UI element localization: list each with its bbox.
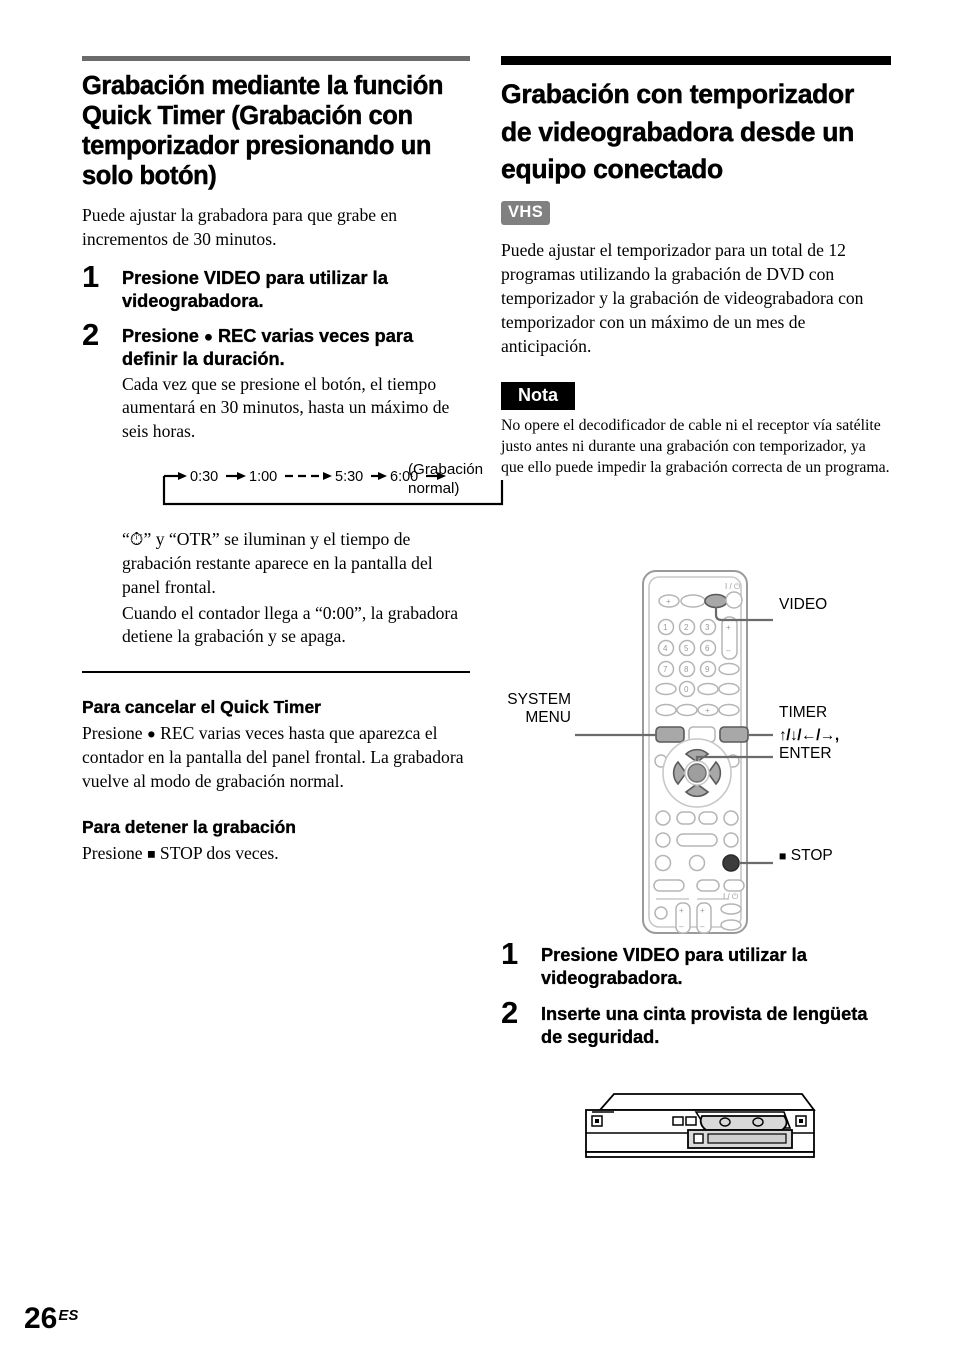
- right-step-2-headline: Inserte una cinta provista de lengüeta d…: [541, 1004, 868, 1047]
- callout-timer: TIMER: [779, 704, 828, 721]
- right-step-1: 1 Presione VIDEO para utilizar la videog…: [501, 938, 891, 989]
- callout-system-menu-line1: SYSTEM: [507, 691, 571, 708]
- svg-text:8: 8: [684, 665, 689, 674]
- callout-stop: ■ STOP: [779, 847, 833, 865]
- section-rule-black: [501, 56, 891, 65]
- enter-button-highlight: [687, 763, 707, 783]
- svg-text:–: –: [679, 922, 684, 931]
- left-step-2-note-1: “⏱” y “OTR” se iluminan y el tiempo de g…: [122, 529, 433, 597]
- note-text: No opere el decodificador de cable ni el…: [501, 416, 890, 476]
- callout-stop-label: STOP: [790, 847, 833, 864]
- left-step-2-note-2: Cuando el contador llega a “0:00”, la gr…: [122, 602, 459, 647]
- left-step-2-detail: Cada vez que se presione el botón, el ti…: [122, 373, 450, 442]
- right-intro-paragraph: Puede ajustar el temporizador para un to…: [501, 239, 864, 356]
- svg-text:0: 0: [684, 685, 689, 694]
- svg-text:4: 4: [663, 644, 668, 653]
- note-block: Nota No opere el decodificador de cable …: [501, 381, 891, 478]
- rec-dot-icon: ●: [147, 726, 156, 743]
- svg-text:2: 2: [684, 623, 689, 632]
- left-step-1-headline: Presione VIDEO para utilizar la videogra…: [122, 268, 388, 311]
- svg-text:9: 9: [705, 665, 710, 674]
- quick-timer-flow-diagram: 0:30 1:00 5:30 6:00 (Grabación normal): [158, 461, 508, 514]
- page-number: 26ES: [24, 1304, 78, 1334]
- vcr-tape-insert-illustration: [578, 1088, 818, 1163]
- stop-square-icon: ■: [147, 847, 156, 864]
- left-section-heading: Grabación mediante la función Quick Time…: [82, 72, 444, 191]
- svg-text:5: 5: [684, 644, 689, 653]
- left-step-2-headline: Presione ● REC varias veces para definir…: [122, 325, 470, 370]
- right-section-heading: Grabación con temporizador de videograba…: [501, 79, 855, 185]
- subsection-stop-text: Presione ■ STOP dos veces.: [82, 841, 470, 865]
- video-button-highlight: [704, 593, 728, 609]
- manual-page: Grabación mediante la función Quick Time…: [0, 0, 954, 1352]
- left-step-2-headline-before: Presione: [122, 326, 204, 347]
- svg-text:+: +: [726, 623, 731, 632]
- remote-control-illustration: .rbody { fill:#ffffff; stroke:#9a9a9a; s…: [501, 565, 901, 940]
- page-number-value: 26: [24, 1302, 58, 1335]
- left-step-2-number: 2: [82, 317, 100, 353]
- subsection-cancel-title: Para cancelar el Quick Timer: [82, 697, 321, 718]
- subsection-stop-text-after: STOP dos veces.: [155, 843, 279, 864]
- svg-text:+: +: [679, 906, 684, 915]
- svg-text:0:30: 0:30: [190, 469, 218, 485]
- callout-enter: ↑/↓/←/→, ENTER: [779, 727, 839, 764]
- vcr-graphic: [585, 1093, 816, 1158]
- subsection-cancel-text-before: Presione: [82, 723, 147, 744]
- left-step-1-number: 1: [82, 259, 100, 295]
- timer-button-highlight: [719, 726, 749, 743]
- svg-text:1: 1: [663, 623, 668, 632]
- right-step-2: 2 Inserte una cinta provista de lengüeta…: [501, 997, 891, 1048]
- rec-dot-icon: ●: [203, 328, 213, 346]
- svg-text:–: –: [700, 922, 705, 931]
- callout-video: VIDEO: [779, 596, 828, 613]
- right-step-2-number: 2: [501, 995, 519, 1031]
- stop-square-icon: ■: [779, 848, 787, 863]
- svg-text:I / ⏻: I / ⏻: [723, 892, 739, 901]
- svg-text:+: +: [700, 906, 705, 915]
- stop-button-highlight: [722, 854, 740, 872]
- left-intro-paragraph: Puede ajustar la grabadora para que grab…: [82, 205, 398, 250]
- subsection-cancel-text: Presione ● REC varias veces hasta que ap…: [82, 721, 470, 793]
- right-step-1-headline: Presione VIDEO para utilizar la videogra…: [541, 945, 807, 988]
- vhs-badge: VHS: [501, 200, 551, 225]
- callout-enter-label: ENTER: [779, 745, 832, 763]
- system-menu-button-highlight: [655, 726, 685, 743]
- page-number-suffix: ES: [58, 1306, 79, 1324]
- note-label: Nota: [501, 381, 575, 410]
- left-column-divider: [82, 671, 470, 674]
- left-step-2: 2 Presione ● REC varias veces para defin…: [82, 319, 504, 649]
- left-step-1: 1 Presione VIDEO para utilizar la videog…: [82, 261, 470, 312]
- callout-arrow-keys: ↑/↓/←/→,: [779, 727, 839, 744]
- svg-text:6: 6: [705, 644, 710, 653]
- svg-text:5:30: 5:30: [335, 469, 363, 485]
- svg-text:+: +: [705, 706, 710, 715]
- left-column: Grabación mediante la función Quick Time…: [82, 56, 504, 865]
- callout-system-menu: SYSTEM MENU: [491, 691, 571, 728]
- right-steps-block: 1 Presione VIDEO para utilizar la videog…: [501, 938, 891, 1048]
- subsection-stop-title: Para detener la grabación: [82, 817, 296, 838]
- remote-control-graphic: .rbody { fill:#ffffff; stroke:#9a9a9a; s…: [575, 570, 773, 934]
- subsection-stop-text-before: Presione: [82, 843, 147, 864]
- section-rule-gray: [82, 56, 470, 61]
- flow-diagram-end-label: (Grabación normal): [408, 461, 484, 497]
- callout-system-menu-line2: MENU: [525, 709, 571, 727]
- svg-text:3: 3: [705, 623, 710, 632]
- svg-text:–: –: [726, 646, 731, 655]
- right-step-1-number: 1: [501, 936, 519, 971]
- svg-text:I / ⏻: I / ⏻: [725, 582, 741, 591]
- svg-text:1:00: 1:00: [249, 469, 277, 485]
- right-column: Grabación con temporizador de videograba…: [501, 56, 891, 478]
- svg-text:7: 7: [663, 665, 668, 674]
- svg-text:+: +: [666, 597, 671, 606]
